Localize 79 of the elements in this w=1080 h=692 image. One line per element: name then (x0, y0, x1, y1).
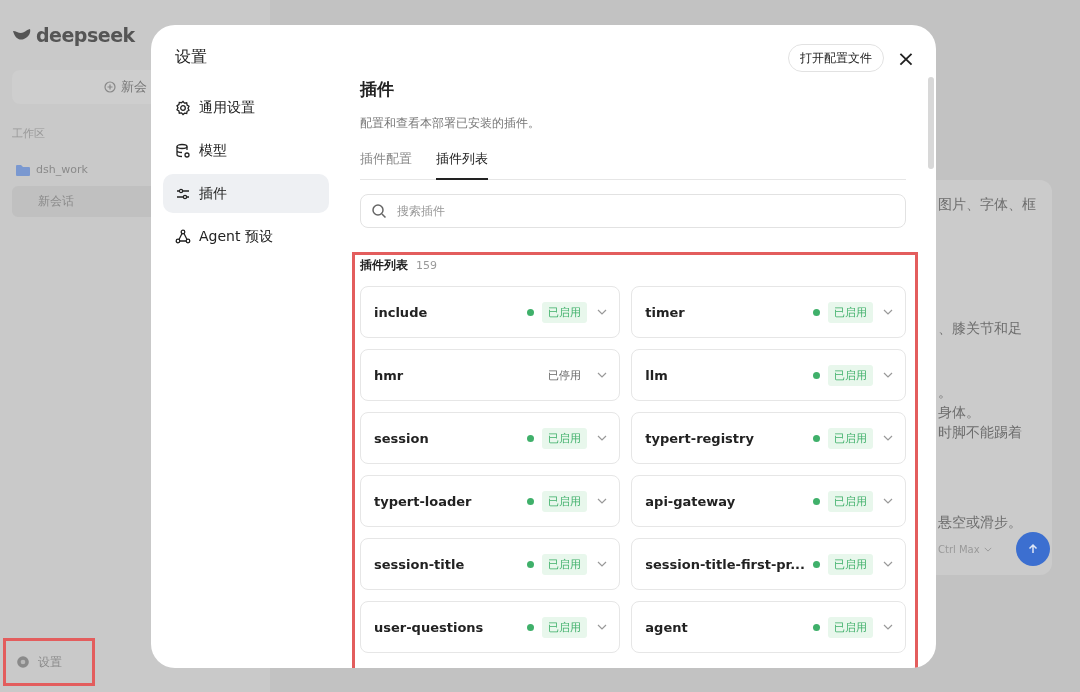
chevron-down-icon[interactable] (597, 624, 608, 630)
tab[interactable]: 插件配置 (360, 150, 412, 180)
plugin-card[interactable]: include 已启用 (360, 286, 621, 338)
chevron-down-icon[interactable] (883, 498, 893, 504)
status-label: 已启用 (542, 301, 588, 323)
send-button[interactable] (1016, 532, 1050, 566)
nav-item[interactable]: 插件 (163, 174, 329, 213)
chevron-down-icon[interactable] (883, 309, 893, 315)
status-label: 已停用 (547, 367, 583, 384)
plugin-name: include (374, 304, 429, 320)
status-label: 已启用 (828, 490, 873, 512)
plugin-count: 159 (416, 259, 437, 272)
plugin-name: session-title (374, 556, 466, 572)
chevron-down-icon[interactable] (883, 435, 893, 441)
plugin-card[interactable]: typert-loader 已启用 (360, 475, 621, 527)
chevron-down-icon[interactable] (883, 561, 893, 567)
chat-text: 图片、字体、框 (938, 195, 1037, 214)
plugin-name: llm (645, 367, 669, 383)
chat-text: 、膝关节和足 (938, 319, 1023, 338)
page-heading: 插件 (360, 78, 395, 101)
plugin-name: timer (645, 304, 686, 320)
plugin-name: hmr (374, 367, 405, 383)
status-label: 已启用 (542, 616, 588, 638)
chevron-down-icon[interactable] (597, 309, 608, 315)
plugin-card[interactable]: session-title 已启用 (360, 538, 621, 590)
status-label: 已启用 (828, 364, 873, 386)
search-icon (371, 203, 387, 219)
nav-item[interactable]: 模型 (163, 131, 329, 170)
plugin-card[interactable]: api-gateway 已启用 (631, 475, 906, 527)
gear-icon (175, 99, 191, 116)
plugin-card[interactable]: timer 已启用 (631, 286, 906, 338)
plugin-card[interactable]: session-title-first-pr... 已启用 (631, 538, 906, 590)
status-label: 已启用 (828, 427, 873, 449)
plugin-name: user-questions (374, 619, 485, 635)
plugin-name: typert-registry (645, 430, 755, 446)
plus-icon (104, 81, 116, 93)
plugin-name: typert-loader (374, 493, 473, 509)
plugin-name: api-gateway (645, 493, 737, 509)
status-label: 已启用 (828, 616, 873, 638)
chat-text: 。 (938, 383, 953, 402)
chat-text: 身体。 (938, 403, 981, 422)
search-field[interactable]: 搜索插件 (360, 194, 906, 228)
chevron-down-icon[interactable] (883, 624, 893, 630)
plugin-name: session (374, 430, 430, 446)
close-button[interactable]: × (894, 45, 918, 71)
plugin-card[interactable]: typert-registry 已启用 (631, 412, 906, 464)
whale-logo-icon (12, 28, 32, 42)
plugin-card[interactable]: user-questions 已启用 (360, 601, 621, 653)
plugin-card[interactable]: session 已启用 (360, 412, 621, 464)
chat-text: 时脚不能踢着 (938, 423, 1023, 442)
nodes-icon (175, 228, 191, 245)
chevron-down-icon[interactable] (597, 561, 608, 567)
plugin-name: session-title-first-pr... (645, 556, 805, 572)
page-description: 配置和查看本部署已安装的插件。 (360, 115, 541, 132)
chevron-down-icon[interactable] (597, 435, 608, 441)
database-icon (175, 142, 191, 159)
open-config-button[interactable]: 打开配置文件 (788, 44, 884, 72)
plugin-card[interactable]: agent 已启用 (631, 601, 906, 653)
chevron-down-icon[interactable] (883, 372, 893, 378)
status-label: 已启用 (542, 490, 588, 512)
status-label: 已启用 (542, 553, 588, 575)
plugin-card[interactable]: llm 已启用 (631, 349, 906, 401)
nav-item[interactable]: Agent 预设 (163, 217, 329, 256)
tab[interactable]: 插件列表 (436, 150, 488, 180)
app-logo: deepseek (36, 24, 135, 46)
list-title: 插件列表 (360, 257, 408, 274)
status-label: 已启用 (542, 427, 588, 449)
dialog-title: 设置 (175, 47, 208, 68)
settings-icon (16, 655, 30, 669)
chevron-down-icon[interactable] (597, 498, 608, 504)
chevron-down-icon (983, 546, 992, 552)
status-label: 已启用 (828, 301, 873, 323)
folder-icon (16, 163, 30, 176)
chevron-down-icon[interactable] (597, 372, 608, 378)
plugin-name: agent (645, 619, 689, 635)
status-label: 已启用 (828, 553, 873, 575)
arrow-up-icon (1027, 543, 1039, 555)
chat-text: 悬空或滑步。 (938, 513, 1023, 532)
plugin-card[interactable]: hmr 已停用 (360, 349, 621, 401)
